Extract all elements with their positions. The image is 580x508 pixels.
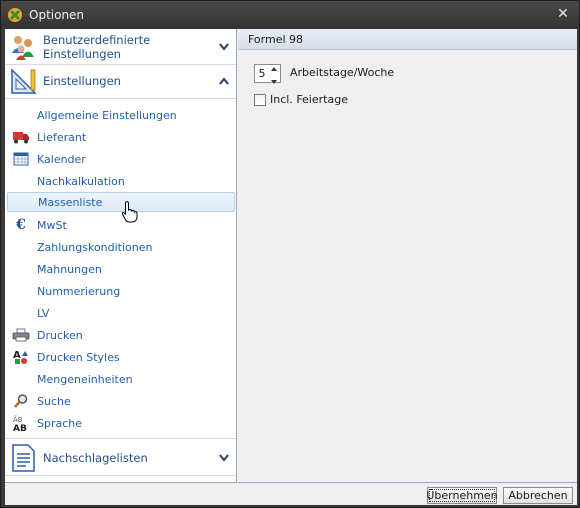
- group-einstellungen[interactable]: Einstellungen: [5, 66, 236, 96]
- calendar-icon: [11, 151, 31, 167]
- sidebar-item-label: Allgemeine Einstellungen: [37, 108, 177, 122]
- printer-icon: [11, 327, 31, 343]
- workdays-label: Arbeitstage/Woche: [290, 66, 395, 79]
- group-divider: [5, 64, 236, 65]
- shapes-icon: A: [11, 349, 31, 365]
- cancel-button[interactable]: Abbrechen: [503, 487, 573, 504]
- sidebar-item-label: Drucken: [37, 328, 83, 342]
- group-divider: [5, 438, 236, 439]
- sidebar-item-mahnungen[interactable]: Mahnungen: [7, 259, 235, 279]
- sidebar-item-zahlungskonditionen[interactable]: Zahlungskonditionen: [7, 237, 235, 257]
- sidebar-item-nummerierung[interactable]: Nummerierung: [7, 281, 235, 301]
- close-button[interactable]: ✕: [555, 6, 571, 22]
- client-area: Benutzerdefinierte Einstellungen Einstel…: [5, 29, 577, 505]
- group-label: Einstellungen: [43, 74, 121, 88]
- workdays-stepper[interactable]: 5: [254, 61, 281, 84]
- sidebar-item-lieferant[interactable]: Lieferant: [7, 127, 235, 147]
- spin-up-icon[interactable]: [271, 61, 277, 74]
- sidebar-item-sprache[interactable]: ÄB AB Sprache: [7, 413, 235, 433]
- truck-icon: [11, 129, 31, 145]
- navigation-sidebar: Benutzerdefinierte Einstellungen Einstel…: [5, 29, 237, 483]
- sidebar-item-label: Nachkalkulation: [37, 174, 125, 188]
- sidebar-item-label: Kalender: [37, 152, 86, 166]
- options-window: Optionen ✕ Benutzerdefinierte Einstellun…: [0, 0, 580, 508]
- sidebar-item-label: LV: [37, 306, 50, 320]
- panel-title: Formel 98: [238, 29, 577, 50]
- sidebar-item-nachkalkulation[interactable]: Nachkalkulation: [7, 171, 235, 191]
- svg-text:ÄB: ÄB: [13, 415, 23, 424]
- sidebar-item-label: Mahnungen: [37, 262, 102, 276]
- group-divider: [5, 475, 236, 476]
- group-nachschlagelisten[interactable]: Nachschlagelisten: [5, 443, 236, 473]
- sidebar-item-label: Nummerierung: [37, 284, 121, 298]
- app-logo-icon: [7, 7, 23, 23]
- users-icon: [8, 32, 38, 62]
- sidebar-item-label: Massenliste: [38, 195, 103, 209]
- sidebar-item-kalender[interactable]: Kalender: [7, 149, 235, 169]
- sidebar-item-label: Mengeneinheiten: [37, 372, 133, 386]
- sidebar-item-label: Drucken Styles: [37, 350, 120, 364]
- chevron-down-icon: [217, 451, 231, 465]
- sidebar-item-label: Zahlungskonditionen: [37, 240, 153, 254]
- sidebar-item-label: Sprache: [37, 416, 83, 430]
- ruler-triangle-icon: [8, 66, 38, 96]
- euro-icon: €: [16, 217, 26, 233]
- apply-button[interactable]: Übernehmen: [426, 487, 498, 504]
- sidebar-item-drucken[interactable]: Drucken: [7, 325, 235, 345]
- group-divider: [5, 98, 236, 99]
- magnifier-icon: [11, 393, 31, 409]
- sidebar-item-allgemeine-einstellungen[interactable]: Allgemeine Einstellungen: [7, 105, 235, 125]
- sidebar-item-label: Suche: [37, 394, 71, 408]
- sidebar-item-drucken-styles[interactable]: A Drucken Styles: [7, 347, 235, 367]
- language-ab-icon: ÄB AB: [11, 415, 31, 431]
- hand-cursor-icon: [121, 201, 139, 223]
- group-benutzerdefinierte-einstellungen[interactable]: Benutzerdefinierte Einstellungen: [5, 32, 236, 62]
- title-bar[interactable]: Optionen ✕: [1, 1, 579, 29]
- sidebar-item-mengeneinheiten[interactable]: Mengeneinheiten: [7, 369, 235, 389]
- settings-panel: Formel 98 5 Arbeitstage/Woche Incl. Feie…: [238, 29, 577, 483]
- spin-down-icon[interactable]: [271, 74, 277, 87]
- group-label: Nachschlagelisten: [43, 451, 148, 465]
- sidebar-item-suche[interactable]: Suche: [7, 391, 235, 411]
- sidebar-item-label: Lieferant: [37, 130, 87, 144]
- workdays-value[interactable]: 5: [255, 67, 269, 80]
- group-label: Benutzerdefinierte Einstellungen: [43, 33, 151, 61]
- sidebar-item-lv[interactable]: LV: [7, 303, 235, 323]
- window-title: Optionen: [29, 8, 85, 22]
- holidays-checkbox[interactable]: [254, 94, 266, 106]
- document-list-icon: [8, 443, 38, 473]
- chevron-down-icon: [217, 40, 231, 54]
- chevron-up-icon: [217, 74, 231, 88]
- svg-text:AB: AB: [13, 424, 27, 431]
- sidebar-item-label: MwSt: [37, 218, 67, 232]
- holidays-label[interactable]: Incl. Feiertage: [270, 93, 348, 106]
